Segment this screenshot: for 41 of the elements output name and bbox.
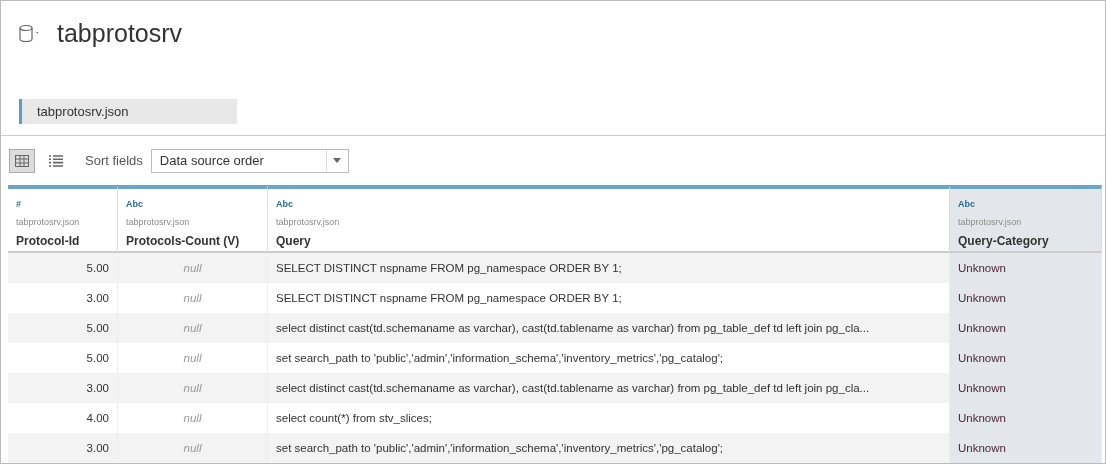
table-cell: 5.00 xyxy=(8,253,118,283)
table-cell: 3.00 xyxy=(8,373,118,403)
text-type-icon[interactable]: Abc xyxy=(276,197,941,211)
text-type-icon[interactable]: Abc xyxy=(958,197,1093,211)
table-cell: SELECT DISTINCT nspname FROM pg_namespace ORDER BY 1; xyxy=(268,253,950,283)
table-cell: null xyxy=(118,253,268,283)
source-label: tabprotosrv.json xyxy=(126,216,191,229)
table-cell: null xyxy=(118,313,268,343)
table-cell: select distinct cast(td.schemaname as varchar), cast(td.tablename as varchar) from pg_table_def td left join pg_cla... xyxy=(268,313,950,343)
table-cell: Unknown xyxy=(950,373,1102,403)
source-label: tabprotosrv.json xyxy=(958,216,1023,229)
sort-label: Sort fields xyxy=(85,151,143,170)
table-cell: null xyxy=(118,433,268,463)
sort-dropdown[interactable]: Data source order xyxy=(150,148,349,173)
column-header[interactable]: Abc tabprotosrv.json Query-Category xyxy=(950,185,1102,253)
connection-item[interactable]: tabprotosrv.json xyxy=(19,98,237,124)
table-cell: 3.00 xyxy=(8,433,118,463)
table-cell: Unknown xyxy=(950,343,1102,373)
table-cell: null xyxy=(118,373,268,403)
table-cell: Unknown xyxy=(950,403,1102,433)
source-label: tabprotosrv.json xyxy=(276,216,341,229)
column-name: Protocol-Id xyxy=(16,233,81,249)
grid-view-icon xyxy=(15,154,29,167)
table-cell: Unknown xyxy=(950,253,1102,283)
table-cell: Unknown xyxy=(950,433,1102,463)
table-cell: select distinct cast(td.schemaname as varchar), cast(td.tablename as varchar) from pg_table_def td left join pg_cla... xyxy=(268,373,950,403)
caret-icon xyxy=(333,158,342,164)
column-name: Query-Category xyxy=(958,233,1050,249)
database-icon[interactable] xyxy=(19,23,41,44)
text-type-icon[interactable]: Abc xyxy=(126,197,259,211)
table-cell: Unknown xyxy=(950,313,1102,343)
column-name: Protocols-Count (V) xyxy=(126,233,241,249)
data-source-title: tabprotosrv xyxy=(57,18,183,49)
table-cell: 5.00 xyxy=(8,313,118,343)
table-cell: Unknown xyxy=(950,283,1102,313)
grid-view-button[interactable] xyxy=(9,148,35,173)
column-name: Query xyxy=(276,233,312,249)
number-type-icon[interactable]: # xyxy=(16,197,109,211)
list-view-icon xyxy=(49,154,63,167)
source-label: tabprotosrv.json xyxy=(16,216,81,229)
table-cell: set search_path to 'public','admin','information_schema','inventory_metrics','pg_catalog'; xyxy=(268,433,950,463)
